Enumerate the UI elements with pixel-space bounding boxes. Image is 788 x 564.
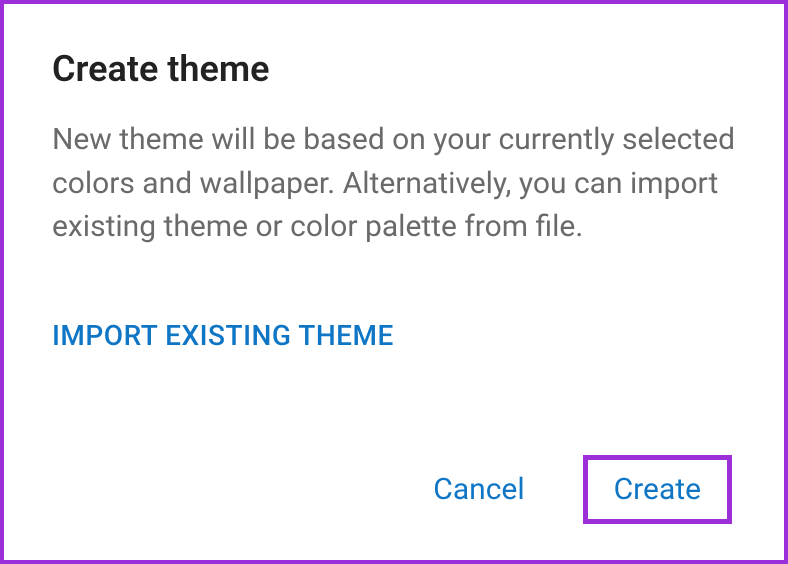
- import-existing-theme-link[interactable]: IMPORT EXISTING THEME: [52, 319, 736, 352]
- dialog-description: New theme will be based on your currentl…: [52, 118, 736, 249]
- create-button[interactable]: Create: [583, 455, 732, 524]
- create-theme-dialog: Create theme New theme will be based on …: [0, 0, 788, 564]
- dialog-actions: Cancel Create: [52, 455, 736, 524]
- dialog-title: Create theme: [52, 48, 736, 90]
- cancel-button[interactable]: Cancel: [423, 460, 534, 519]
